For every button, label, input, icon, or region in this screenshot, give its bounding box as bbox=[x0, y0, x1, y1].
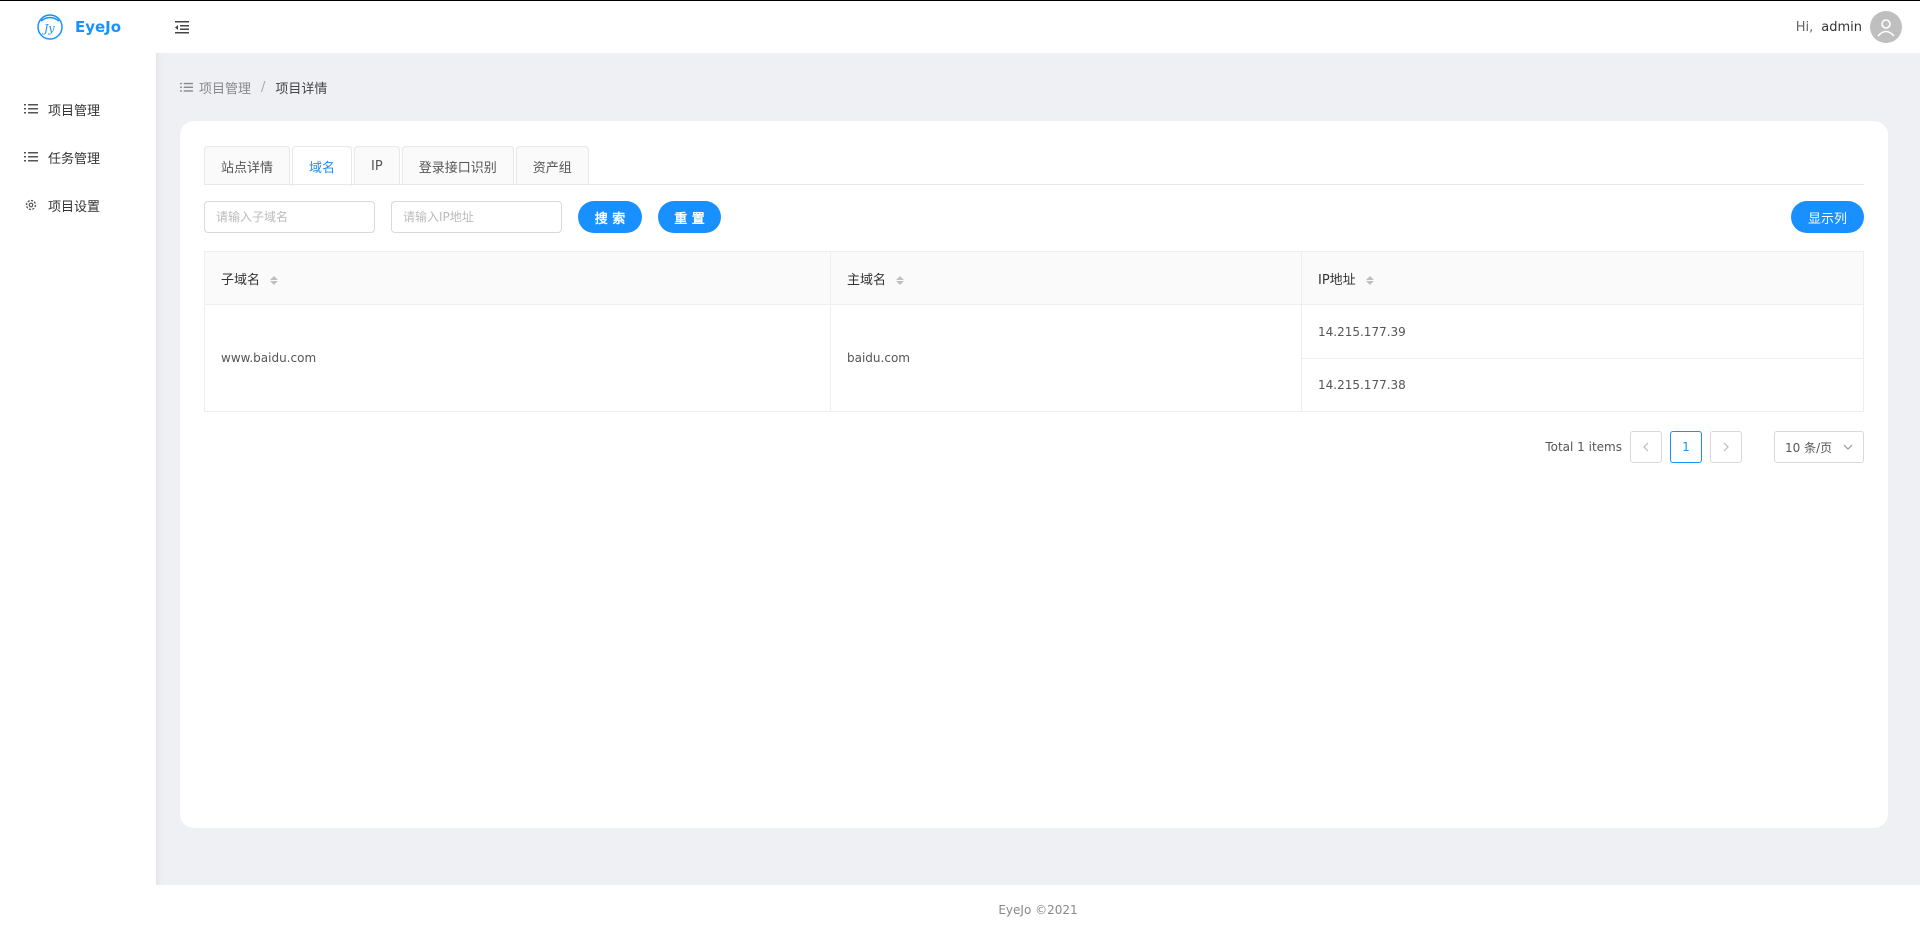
gear-icon bbox=[25, 199, 37, 211]
column-header-label: 子域名 bbox=[221, 272, 261, 288]
domain-table: 子域名 主域名 IP地址 www.baidu.com baidu.com 14.… bbox=[204, 251, 1864, 412]
ip-cell: 14.215.177.39 bbox=[1318, 324, 1406, 339]
filter-bar: 搜 索 重 置 显示列 bbox=[204, 201, 1864, 233]
top-header: Hi, admin bbox=[156, 1, 1920, 53]
avatar[interactable] bbox=[1870, 11, 1902, 43]
sidebar-item-label: 项目管理 bbox=[48, 103, 101, 119]
sort-icon[interactable] bbox=[270, 275, 279, 285]
chevron-down-icon bbox=[1843, 444, 1853, 450]
username: admin bbox=[1821, 19, 1862, 35]
page-scrollbar[interactable] bbox=[1910, 53, 1920, 885]
chevron-left-icon bbox=[1643, 442, 1649, 452]
tab-login-interface[interactable]: 登录接口识别 bbox=[401, 146, 514, 185]
tab-asset-group[interactable]: 资产组 bbox=[515, 146, 589, 185]
subdomain-cell: www.baidu.com bbox=[204, 304, 831, 412]
breadcrumb-current: 项目详情 bbox=[275, 82, 328, 97]
pagination: Total 1 items 1 10 条/页 bbox=[1545, 431, 1864, 463]
logo[interactable]: Jy EyeJo bbox=[0, 1, 156, 53]
user-icon bbox=[1877, 19, 1895, 37]
svg-text:Jy: Jy bbox=[42, 22, 55, 35]
column-header-ip[interactable]: IP地址 bbox=[1301, 251, 1864, 305]
sidebar-item-project-management[interactable]: 项目管理 bbox=[0, 85, 156, 133]
list-icon bbox=[24, 104, 38, 114]
column-header-label: 主域名 bbox=[847, 272, 887, 288]
ip-cell-group: 14.215.177.39 14.215.177.38 bbox=[1301, 304, 1864, 412]
tabs-divider bbox=[204, 184, 1864, 185]
column-header-label: IP地址 bbox=[1318, 272, 1356, 288]
eyejo-logo-icon: Jy bbox=[37, 14, 63, 40]
prev-page-button[interactable] bbox=[1630, 431, 1662, 463]
column-header-subdomain[interactable]: 子域名 bbox=[204, 251, 831, 305]
show-columns-button[interactable]: 显示列 bbox=[1791, 201, 1864, 233]
sort-icon[interactable] bbox=[896, 275, 905, 285]
footer: EyeJo ©2021 bbox=[156, 885, 1920, 935]
sidebar-item-label: 项目设置 bbox=[48, 199, 101, 215]
list-icon bbox=[180, 82, 193, 92]
table-header-row: 子域名 主域名 IP地址 bbox=[204, 251, 1864, 305]
ip-search-input[interactable] bbox=[391, 201, 562, 233]
sidebar: Jy EyeJo 项目管理 任务管理 项目设置 bbox=[0, 1, 156, 935]
page-size-value: 10 条/页 bbox=[1785, 440, 1833, 455]
sort-icon[interactable] bbox=[1365, 275, 1374, 285]
reset-button[interactable]: 重 置 bbox=[658, 201, 721, 233]
menu-fold-icon[interactable] bbox=[172, 17, 192, 37]
sidebar-item-task-management[interactable]: 任务管理 bbox=[0, 133, 156, 181]
pagination-total: Total 1 items bbox=[1545, 440, 1622, 454]
sidebar-item-label: 任务管理 bbox=[48, 151, 101, 167]
breadcrumb-parent-link[interactable]: 项目管理 bbox=[199, 78, 251, 97]
user-menu[interactable]: Hi, admin bbox=[1796, 11, 1902, 43]
subdomain-search-input[interactable] bbox=[204, 201, 375, 233]
page-button[interactable]: 1 bbox=[1670, 431, 1702, 463]
sidebar-menu: 项目管理 任务管理 项目设置 bbox=[0, 85, 156, 229]
breadcrumb: 项目管理 / 项目详情 bbox=[180, 78, 327, 97]
table-row: www.baidu.com baidu.com 14.215.177.39 14… bbox=[204, 304, 1864, 412]
app-name: EyeJo bbox=[74, 18, 122, 36]
next-page-button[interactable] bbox=[1710, 431, 1742, 463]
tab-domain[interactable]: 域名 bbox=[292, 146, 353, 186]
list-icon bbox=[24, 152, 38, 162]
ip-cell: 14.215.177.38 bbox=[1302, 358, 1863, 411]
footer-copyright: EyeJo ©2021 bbox=[998, 903, 1078, 917]
search-button[interactable]: 搜 索 bbox=[578, 201, 642, 233]
greeting-text: Hi, bbox=[1795, 19, 1814, 35]
content-card: 站点详情 域名 IP 登录接口识别 资产组 搜 索 重 置 显示列 子域名 主域… bbox=[180, 121, 1888, 828]
column-header-domain[interactable]: 主域名 bbox=[830, 251, 1302, 305]
tab-bar: 站点详情 域名 IP 登录接口识别 资产组 bbox=[204, 146, 589, 186]
domain-cell: baidu.com bbox=[830, 304, 1302, 412]
tab-site-details[interactable]: 站点详情 bbox=[204, 146, 291, 185]
breadcrumb-separator: / bbox=[261, 80, 266, 95]
page-size-select[interactable]: 10 条/页 bbox=[1774, 431, 1864, 463]
sidebar-item-project-settings[interactable]: 项目设置 bbox=[0, 181, 156, 229]
tab-ip[interactable]: IP bbox=[354, 146, 400, 185]
chevron-right-icon bbox=[1723, 442, 1729, 452]
